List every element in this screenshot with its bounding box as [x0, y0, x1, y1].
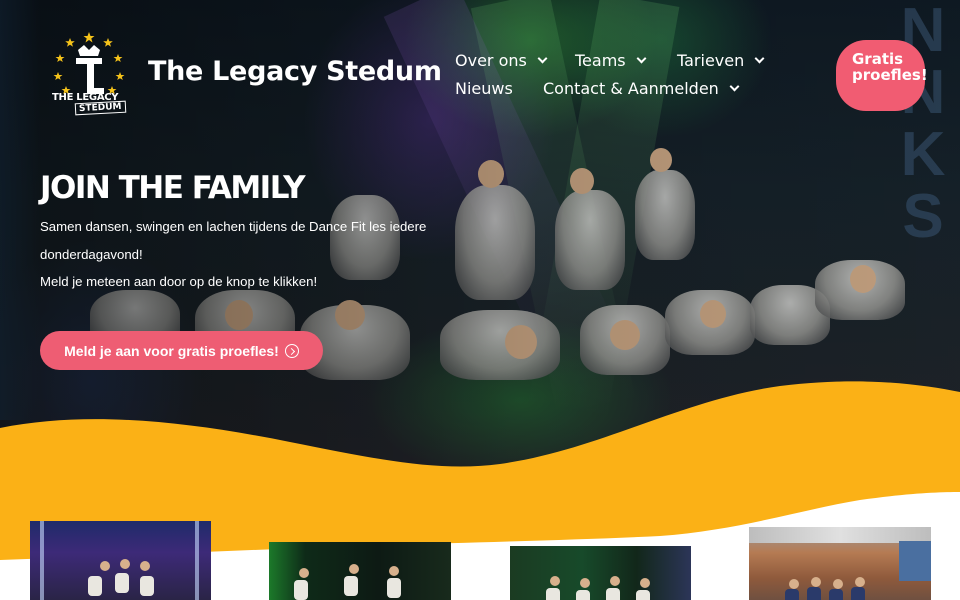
circle-arrow-right-icon: [284, 343, 299, 358]
photo-person: [829, 589, 843, 600]
photo-person: [606, 588, 620, 600]
photo-person: [344, 576, 358, 596]
hero-text-line: Samen dansen, swingen en lachen tijdens …: [40, 219, 427, 234]
chevron-down-icon: [636, 53, 647, 64]
site-logo[interactable]: THE LEGACY STEDUM: [48, 28, 130, 122]
nav-item-label: Nieuws: [455, 79, 513, 98]
photo-person: [115, 573, 129, 593]
photo-person: [546, 588, 560, 600]
photo-person: [785, 589, 799, 600]
photo-person: [640, 578, 650, 588]
photo-person: [550, 576, 560, 586]
photo-person: [140, 561, 150, 571]
gallery-photo-gym-group[interactable]: [749, 527, 931, 600]
chevron-down-icon: [754, 53, 765, 64]
nav-item-tarieven[interactable]: Tarieven: [677, 51, 765, 70]
photo-person: [851, 587, 865, 600]
nav-item-label: Tarieven: [677, 51, 745, 70]
photo-person: [349, 564, 359, 574]
hero-text-line: Meld je meteen aan door op de knop te kl…: [40, 274, 318, 289]
gratis-proefles-button[interactable]: Gratis proefles!: [836, 40, 928, 111]
photo-person: [140, 576, 154, 596]
photo-person: [855, 577, 865, 587]
chevron-down-icon: [537, 53, 548, 64]
photo-person: [88, 576, 102, 596]
gallery-photo-stage-dance[interactable]: [510, 546, 691, 600]
photo-person: [807, 587, 821, 600]
photo-person: [610, 576, 620, 586]
photo-person: [789, 579, 799, 589]
photo-person: [387, 578, 401, 598]
photo-person: [576, 590, 590, 600]
photo-person: [636, 590, 650, 600]
gallery-photo-stage-performance[interactable]: [269, 542, 451, 600]
photo-person: [299, 568, 309, 578]
nav-item-label: Contact & Aanmelden: [543, 79, 719, 98]
photo-light: [40, 521, 44, 600]
photo-person: [580, 578, 590, 588]
nav-item-label: Teams: [575, 51, 626, 70]
hero-text-line: donderdagavond!: [40, 247, 143, 262]
gallery-photo-stage-group[interactable]: [30, 521, 211, 600]
photo-window: [899, 541, 931, 581]
nav-item-label: Over ons: [455, 51, 527, 70]
nav-item-nieuws[interactable]: Nieuws: [455, 79, 513, 98]
nav-item-contact-aanmelden[interactable]: Contact & Aanmelden: [543, 79, 740, 98]
photo-person: [294, 580, 308, 600]
photo-person: [100, 561, 110, 571]
photo-person: [389, 566, 399, 576]
signup-button-label: Meld je aan voor gratis proefles!: [64, 342, 279, 359]
photo-person: [120, 559, 130, 569]
chevron-down-icon: [729, 81, 740, 92]
photo-light: [195, 521, 199, 600]
nav-item-over-ons[interactable]: Over ons: [455, 51, 548, 70]
site-title[interactable]: The Legacy Stedum: [148, 56, 442, 87]
hero-heading: JOIN THE FAMILY: [40, 170, 306, 206]
nav-item-teams[interactable]: Teams: [575, 51, 647, 70]
photo-person: [811, 577, 821, 587]
photo-person: [833, 579, 843, 589]
